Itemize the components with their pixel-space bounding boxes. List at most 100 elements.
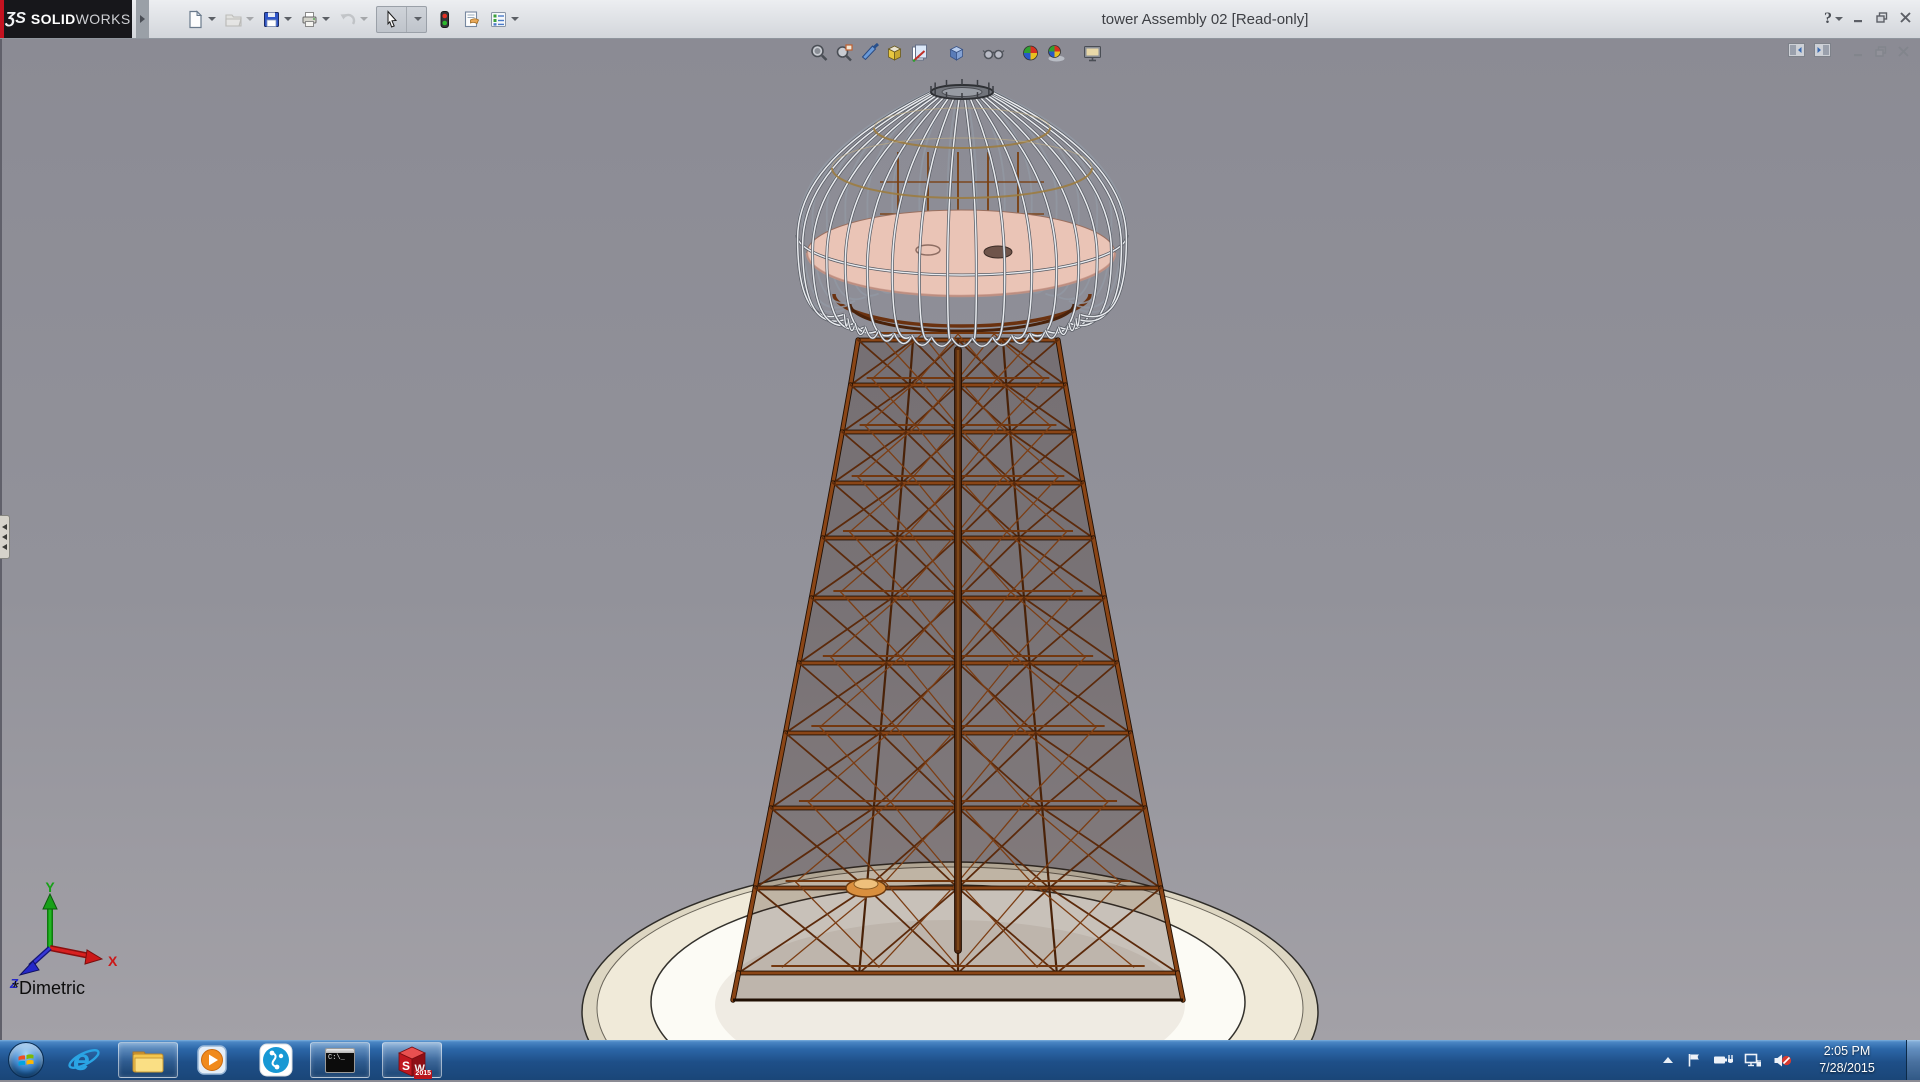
select-dropdown-caret	[414, 17, 422, 21]
headsup-group-zoom	[809, 42, 931, 64]
action-center-button[interactable]	[1686, 1052, 1702, 1068]
network-status-button[interactable]	[1744, 1053, 1762, 1068]
feature-manager-collapsed-tab[interactable]	[0, 515, 10, 559]
battery-plug-icon	[1713, 1053, 1733, 1067]
restore-icon	[1875, 46, 1888, 57]
options-dropdown-caret[interactable]	[511, 17, 519, 21]
hide-show-items-button[interactable]	[983, 42, 1005, 64]
open-button[interactable]	[224, 10, 254, 29]
pane-right-icon	[1814, 43, 1831, 57]
app-minimize-button[interactable]	[1853, 10, 1866, 28]
save-dropdown-caret[interactable]	[284, 17, 292, 21]
apply-scene-button[interactable]	[1045, 42, 1067, 64]
collapse-arrow-icon	[2, 544, 7, 550]
taskbar-slot-solidworks: S W 2015	[380, 1040, 444, 1080]
headsup-group-display	[946, 42, 968, 64]
edit-appearance-button[interactable]	[1020, 42, 1042, 64]
show-hidden-icons-button[interactable]	[1661, 1054, 1675, 1066]
view-orientation-label: *Dimetric	[12, 978, 85, 999]
power-status-button[interactable]	[1713, 1053, 1733, 1067]
help-question-glyph: ?	[1824, 10, 1832, 28]
file-properties-icon	[462, 10, 481, 29]
internet-explorer-icon: e	[66, 1042, 102, 1078]
undo-dropdown-caret[interactable]	[360, 17, 368, 21]
select-button[interactable]	[377, 7, 407, 32]
system-tray: 2:05 PM 7/28/2015	[1661, 1040, 1920, 1080]
shaded-cube-button[interactable]	[946, 42, 968, 64]
rebuild-traffic-light-icon	[435, 10, 454, 29]
taskbar-item-windows-media-player[interactable]	[180, 1040, 244, 1080]
zoom-to-fit-icon	[810, 43, 830, 63]
zoom-to-area-icon	[835, 43, 855, 63]
minimize-icon	[1853, 12, 1866, 23]
titlebar-controls: ?	[1824, 0, 1912, 38]
taskbar-slot-explorer	[116, 1040, 180, 1080]
cmd-prompt-text: C:\_	[326, 1053, 354, 1062]
file-properties-button[interactable]	[462, 10, 481, 29]
taskbar-item-solidworks-2015[interactable]: S W 2015	[382, 1042, 442, 1078]
view-orientation-button[interactable]	[884, 42, 906, 64]
section-view-button[interactable]	[859, 42, 881, 64]
collapse-arrow-icon	[2, 524, 7, 530]
display-style-icon	[910, 43, 930, 63]
clock-time: 2:05 PM	[1807, 1043, 1887, 1060]
open-folder-icon	[224, 10, 243, 29]
undo-button[interactable]	[338, 10, 368, 29]
brand-solid: SOLID	[31, 11, 76, 27]
graphics-viewport[interactable]	[0, 38, 1920, 1040]
triad-y-label: Y	[45, 879, 55, 895]
restore-icon	[1876, 12, 1889, 23]
taskbar-item-internet-explorer[interactable]: e	[52, 1040, 116, 1080]
save-button[interactable]	[262, 10, 292, 29]
taskbar-item-command-prompt[interactable]: C:\_	[310, 1042, 370, 1078]
print-icon	[300, 10, 319, 29]
volume-button[interactable]	[1773, 1053, 1792, 1068]
open-dropdown-caret[interactable]	[246, 17, 254, 21]
zoom-to-fit-button[interactable]	[809, 42, 831, 64]
start-button[interactable]	[0, 1040, 52, 1080]
taskbar-item-windows-explorer[interactable]	[118, 1042, 178, 1078]
new-document-button[interactable]	[186, 10, 216, 29]
pane-left-button[interactable]	[1788, 43, 1805, 62]
sw-letter-s: S	[402, 1059, 410, 1073]
view-settings-icon	[1083, 43, 1103, 63]
window-title: tower Assembly 02 [Read-only]	[1102, 0, 1309, 38]
document-restore-button[interactable]	[1875, 44, 1888, 62]
flyout-arrow-icon	[140, 15, 145, 23]
taskbar-clock[interactable]: 2:05 PM 7/28/2015	[1807, 1043, 1887, 1077]
print-button[interactable]	[300, 10, 330, 29]
menu-flyout-button[interactable]	[136, 0, 149, 38]
new-dropdown-caret[interactable]	[208, 17, 216, 21]
taskbar-item-share-app[interactable]	[244, 1040, 308, 1080]
zoom-to-area-button[interactable]	[834, 42, 856, 64]
flag-icon	[1686, 1052, 1702, 1068]
media-player-icon	[196, 1044, 228, 1076]
collapse-arrow-icon	[2, 534, 7, 540]
network-icon	[1744, 1053, 1762, 1068]
help-button[interactable]: ?	[1824, 10, 1843, 28]
rebuild-button[interactable]	[435, 10, 454, 29]
document-minimize-button[interactable]	[1853, 44, 1866, 62]
view-settings-button[interactable]	[1082, 42, 1104, 64]
options-button[interactable]	[489, 10, 519, 29]
windows-explorer-icon	[130, 1045, 166, 1075]
taskbar: e C:\_	[0, 1040, 1920, 1080]
options-checklist-icon	[489, 10, 508, 29]
app-close-button[interactable]	[1899, 10, 1912, 28]
headsup-group-visibility	[983, 42, 1005, 64]
headsup-group-appearance	[1020, 42, 1067, 64]
headsup-group-settings	[1082, 42, 1104, 64]
help-dropdown-caret[interactable]	[1835, 17, 1843, 21]
pane-left-icon	[1788, 43, 1805, 57]
taskbar-slot-cmd: C:\_	[308, 1040, 372, 1080]
document-close-button[interactable]	[1897, 44, 1910, 62]
app-restore-button[interactable]	[1876, 10, 1889, 28]
pane-right-button[interactable]	[1814, 43, 1831, 62]
headsup-view-toolbar	[809, 42, 1104, 64]
clock-date: 7/28/2015	[1807, 1060, 1887, 1077]
show-desktop-button[interactable]	[1906, 1040, 1920, 1080]
select-dropdown-button[interactable]	[407, 7, 426, 32]
print-dropdown-caret[interactable]	[322, 17, 330, 21]
display-style-button[interactable]	[909, 42, 931, 64]
view-orientation-icon	[885, 43, 905, 63]
